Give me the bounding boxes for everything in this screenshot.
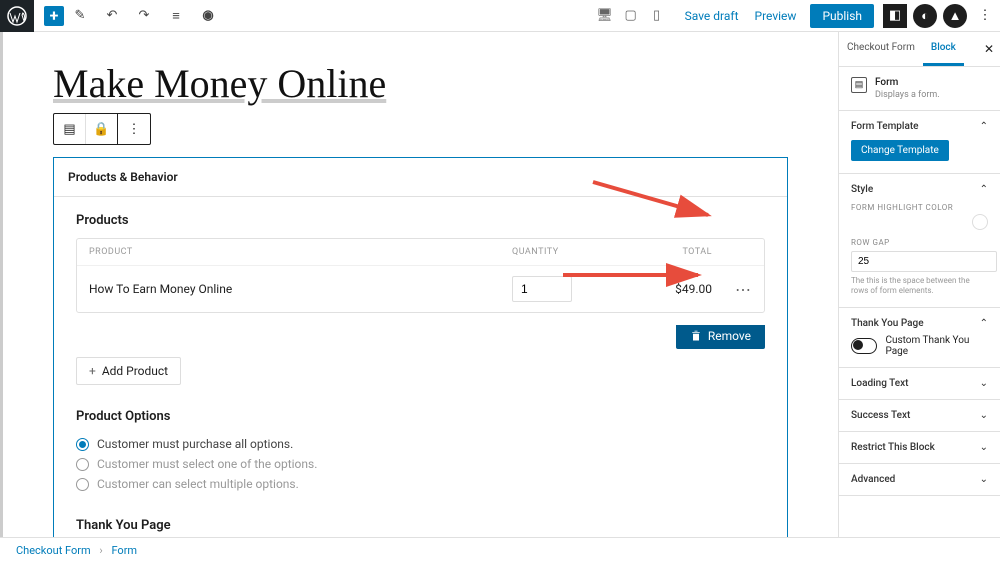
col-quantity-header: QUANTITY xyxy=(512,247,612,257)
change-template-button[interactable]: Change Template xyxy=(851,140,949,161)
publish-button[interactable]: Publish xyxy=(810,4,874,28)
save-draft-link[interactable]: Save draft xyxy=(677,9,747,23)
option-one-label: Customer must select one of the options. xyxy=(97,457,317,471)
remove-button[interactable]: Remove xyxy=(676,325,765,349)
success-text-section[interactable]: Success Text⌄ xyxy=(851,410,988,421)
block-description: Displays a form. xyxy=(875,90,940,100)
preview-link[interactable]: Preview xyxy=(747,9,805,23)
products-heading: Products xyxy=(76,213,765,228)
chevron-down-icon: ⌄ xyxy=(980,474,988,485)
undo-icon[interactable]: ↶ xyxy=(100,4,124,28)
plugin-icon[interactable]: ▲ xyxy=(943,4,967,28)
option-all-label: Customer must purchase all options. xyxy=(97,437,293,451)
thankyou-heading: Thank You Page xyxy=(76,518,765,533)
chevron-down-icon: ⌄ xyxy=(980,378,988,389)
custom-thankyou-sidebar-toggle[interactable]: Custom Thank You Page xyxy=(851,335,988,357)
option-one-row[interactable]: Customer must select one of the options. xyxy=(76,454,765,474)
row-gap-label: ROW GAP xyxy=(851,238,988,247)
restrict-block-section[interactable]: Restrict This Block⌄ xyxy=(851,442,988,453)
settings-sidebar: Checkout Form Block ✕ ▤ Form Displays a … xyxy=(838,32,1000,538)
option-multi-row[interactable]: Customer can select multiple options. xyxy=(76,474,765,494)
toggle-off-icon xyxy=(851,338,877,354)
breadcrumb: Checkout Form › Form xyxy=(0,537,1000,563)
product-options-heading: Product Options xyxy=(76,409,765,424)
add-product-button[interactable]: Add Product xyxy=(76,357,181,385)
radio-icon xyxy=(76,478,89,491)
radio-icon xyxy=(76,458,89,471)
redo-icon[interactable]: ↷ xyxy=(132,4,156,28)
color-swatch[interactable] xyxy=(972,214,988,230)
more-options-icon[interactable]: ⋮ xyxy=(973,4,997,28)
settings-panel-toggle[interactable]: ◧ xyxy=(883,4,907,28)
chevron-right-icon: › xyxy=(99,544,102,557)
surecart-logo-icon[interactable]: ◉ xyxy=(196,4,220,28)
block-type-icon[interactable]: ▤ xyxy=(54,114,86,144)
quantity-input[interactable] xyxy=(512,276,572,302)
breadcrumb-checkout-form[interactable]: Checkout Form xyxy=(16,544,91,557)
page-title[interactable]: Make Money Online xyxy=(53,60,788,107)
lock-icon[interactable]: 🔒 xyxy=(86,114,118,144)
top-toolbar: ✎ ↶ ↷ ≡ ◉ 🖥 ▢ ▯ Save draft Preview Publi… xyxy=(0,0,1000,32)
option-all-row[interactable]: Customer must purchase all options. xyxy=(76,434,765,454)
close-icon[interactable]: ✕ xyxy=(984,42,994,56)
loading-text-section[interactable]: Loading Text⌄ xyxy=(851,378,988,389)
yoast-icon[interactable]: ◐ xyxy=(913,4,937,28)
wordpress-logo[interactable] xyxy=(0,0,34,32)
remove-label: Remove xyxy=(708,329,751,343)
col-total-header: TOTAL xyxy=(612,247,712,257)
tab-block[interactable]: Block xyxy=(923,32,964,66)
row-gap-help: The this is the space between the rows o… xyxy=(851,276,988,297)
chevron-down-icon: ⌄ xyxy=(980,410,988,421)
chevron-up-icon: ⌃ xyxy=(980,121,988,132)
form-icon: ▤ xyxy=(851,77,867,93)
panel-header: Products & Behavior xyxy=(54,158,787,197)
tablet-icon[interactable]: ▢ xyxy=(621,6,641,26)
sidebar-tabs: Checkout Form Block ✕ xyxy=(839,32,1000,67)
block-more-icon[interactable]: ⋮ xyxy=(118,114,150,144)
block-info: ▤ Form Displays a form. xyxy=(839,67,1000,111)
tab-checkout-form[interactable]: Checkout Form xyxy=(839,32,923,66)
form-template-section[interactable]: Form Template⌃ xyxy=(851,121,988,132)
col-product-header: PRODUCT xyxy=(89,247,512,257)
editor-canvas: Make Money Online ▤ 🔒 ⋮ Products & Behav… xyxy=(0,32,838,538)
style-section[interactable]: Style⌃ xyxy=(851,184,988,195)
desktop-icon[interactable]: 🖥 xyxy=(595,6,615,26)
chevron-up-icon: ⌃ xyxy=(980,184,988,195)
row-more-icon[interactable]: ⋯ xyxy=(712,280,752,299)
checkout-form-panel: Products & Behavior Products PRODUCT QUA… xyxy=(53,157,788,538)
product-name: How To Earn Money Online xyxy=(89,282,512,296)
breadcrumb-form[interactable]: Form xyxy=(111,544,137,557)
radio-selected-icon xyxy=(76,438,89,451)
mobile-icon[interactable]: ▯ xyxy=(647,6,667,26)
add-product-label: Add Product xyxy=(102,364,168,378)
highlight-color-label: FORM HIGHLIGHT COLOR xyxy=(851,203,988,212)
product-total: $49.00 xyxy=(612,282,712,296)
products-table: PRODUCT QUANTITY TOTAL How To Earn Money… xyxy=(76,238,765,313)
table-row: How To Earn Money Online $49.00 ⋯ xyxy=(77,266,764,312)
advanced-section[interactable]: Advanced⌄ xyxy=(851,474,988,485)
block-name: Form xyxy=(875,77,940,88)
add-block-button[interactable] xyxy=(44,6,64,26)
custom-thankyou-sidebar-label: Custom Thank You Page xyxy=(885,335,988,357)
option-multi-label: Customer can select multiple options. xyxy=(97,477,299,491)
chevron-up-icon: ⌃ xyxy=(980,318,988,329)
thankyou-section[interactable]: Thank You Page⌃ xyxy=(851,318,988,329)
table-header: PRODUCT QUANTITY TOTAL xyxy=(77,239,764,266)
list-view-icon[interactable]: ≡ xyxy=(164,4,188,28)
device-preview: 🖥 ▢ ▯ xyxy=(595,6,667,26)
edit-icon[interactable]: ✎ xyxy=(68,4,92,28)
row-gap-input[interactable] xyxy=(851,251,997,272)
chevron-down-icon: ⌄ xyxy=(980,442,988,453)
block-toolbar: ▤ 🔒 ⋮ xyxy=(53,113,151,145)
